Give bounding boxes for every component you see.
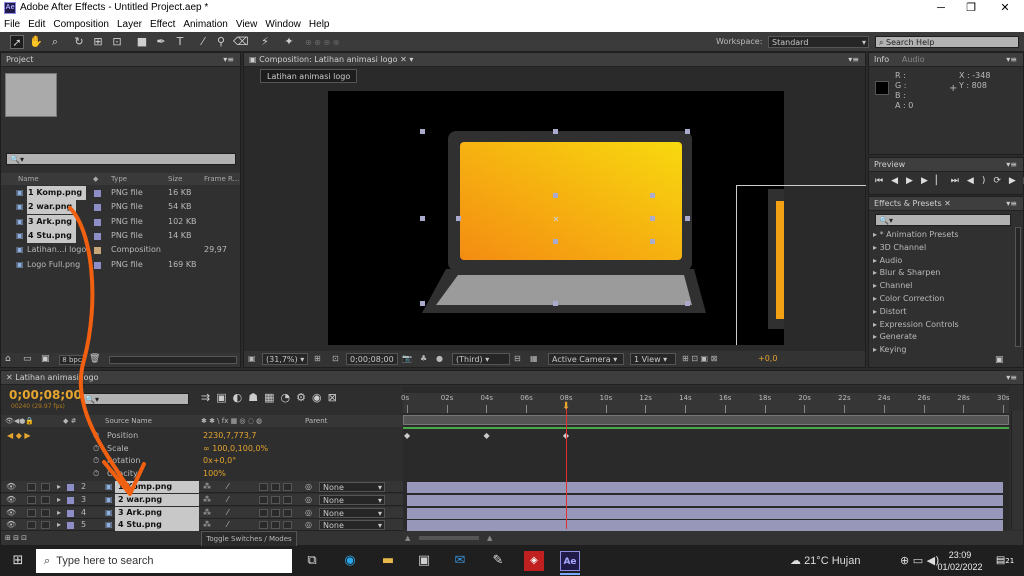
notification-count: 21 [1005,557,1015,565]
mail-icon[interactable]: ✉ [450,551,470,571]
store-icon[interactable]: ▣ [414,551,434,571]
clock[interactable]: 23:09 01/02/2022 [936,549,984,573]
taskbar-search-box[interactable]: ⌕ Type here to search [36,549,292,573]
edge-browser-icon[interactable]: ◉ [340,551,360,571]
windows-start-icon[interactable]: ⊞ [8,551,28,571]
task-view-icon[interactable]: ⧉ [302,551,322,571]
battery-icon[interactable]: ▭ [913,554,923,567]
notification-center[interactable]: ▤21 [992,552,1018,570]
active-app-indicator [560,573,580,575]
cloud-icon: ☁ [790,555,801,567]
freehand-arrow-annotation [68,206,146,496]
notification-icon: ▤ [995,555,1006,566]
file-explorer-icon[interactable]: ▬ [378,551,398,571]
tray-icons: ⊕ ▭ ◀) [900,554,939,567]
weather-widget[interactable]: ☁ 21°C Hujan [790,554,860,567]
windows-taskbar: ⊞ ⌕ Type here to search ⧉ ◉ ▬ ▣ ✉ ✎ ◈ Ae… [0,546,1024,576]
search-icon: ⌕ [44,555,51,567]
taskbar-search-placeholder: Type here to search [56,555,154,567]
after-effects-taskbar-icon[interactable]: Ae [560,551,580,571]
pen-app-icon[interactable]: ✎ [488,551,508,571]
clock-date: 01/02/2022 [937,562,983,572]
app-red-icon[interactable]: ◈ [524,551,544,571]
clock-time: 23:09 [948,550,972,560]
weather-text: 21°C Hujan [804,555,861,567]
language-icon[interactable]: ⊕ [900,554,909,567]
